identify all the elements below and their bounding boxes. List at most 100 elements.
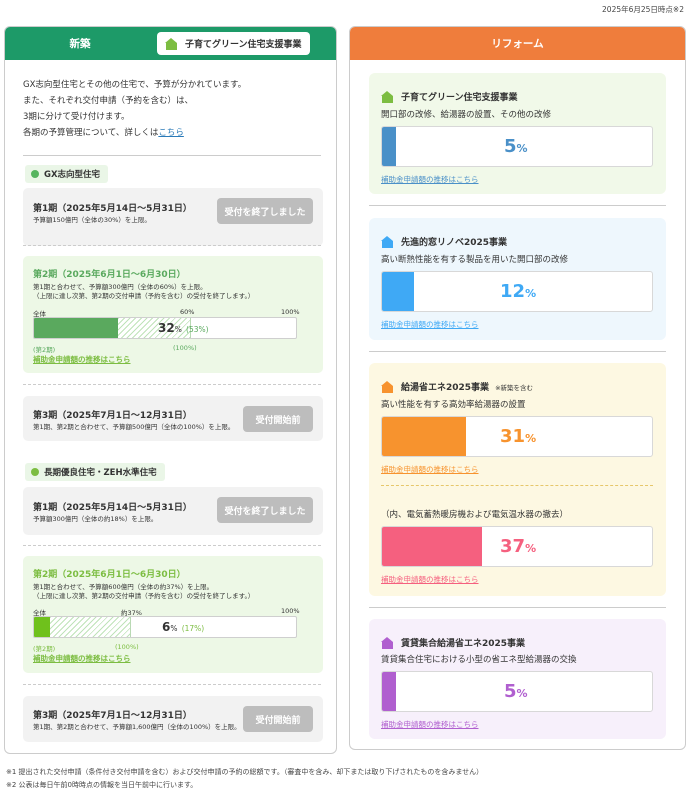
- period-subtext: 第1期と合わせて、予算額300億円（全体の60%）を上限。: [33, 283, 207, 291]
- section-heading-gx: GX志向型住宅: [25, 165, 109, 183]
- period-subtext: 第1期、第2期と合わせて、予算額500億円（全体の100%）を上限。: [33, 423, 235, 431]
- progress-percent: 5%: [504, 136, 528, 157]
- long-period-1: 第1期（2025年5月14日～5月31日） 予算額300億円（全体の約18%）を…: [23, 487, 323, 535]
- reform-title: リフォーム: [491, 38, 544, 50]
- percent-unit: %: [525, 432, 537, 445]
- reform-header: リフォーム: [350, 27, 685, 60]
- mado-progress-bar: 12%: [381, 271, 653, 312]
- period-subtext: （上限に達し次第、第2期の交付申請（予約を含む）の受付を終了します。）: [33, 592, 255, 600]
- percent-unit: %: [170, 624, 178, 633]
- period-subtext: （上限に達し次第、第2期の交付申請（予約を含む）の受付を終了します。）: [33, 292, 255, 300]
- gx-period-3: 第3期（2025年7月1日～12月31日） 第1期、第2期と合わせて、予算額50…: [23, 396, 323, 441]
- section-heading-long: 長期優良住宅・ZEH水準住宅: [25, 463, 165, 481]
- progress-percent: 32% (53%): [158, 321, 209, 335]
- card-title: 子育てグリーン住宅支援事業: [381, 90, 518, 103]
- bar-label-limit: 60%: [180, 308, 195, 316]
- long-progress-bar: 6% (17%): [33, 616, 297, 638]
- intro-line: 各期の予算管理について、詳しくはこちら: [23, 125, 323, 141]
- long-p1-status-button[interactable]: 受付を終了しました: [217, 497, 313, 523]
- window-house-icon: [381, 235, 394, 248]
- period-range-hatch: [49, 617, 131, 637]
- percent-of-period: (17%): [181, 624, 205, 633]
- card-title-note: ※新築を含む: [495, 383, 534, 392]
- percent-of-period: (53%): [186, 325, 209, 334]
- card-chintai: 賃貸集合給湯省エネ2025事業 賃貸集合住宅における小型の省エネ型給湯器の交換 …: [369, 619, 666, 739]
- bar-note-period: (第2期): [33, 645, 56, 653]
- mado-history-link[interactable]: 補助金申請額の推移はこちら: [381, 319, 479, 330]
- period-title: 第2期（2025年6月1日～6月30日）: [33, 570, 186, 580]
- program-tag-label: 子育てグリーン住宅支援事業: [185, 40, 302, 50]
- gx-p3-status-button[interactable]: 受付開始前: [243, 406, 313, 432]
- reform-panel: リフォーム 子育てグリーン住宅支援事業 開口部の改修、給湯器の設置、その他の改修…: [349, 26, 686, 750]
- percent-value: 5: [504, 136, 517, 157]
- kosodate-progress-bar: 5%: [381, 126, 653, 167]
- gx-p1-status-button[interactable]: 受付を終了しました: [217, 198, 313, 224]
- progress-percent: 37%: [500, 536, 536, 557]
- progress-fill: [382, 417, 466, 456]
- period-title: 第1期（2025年5月14日～5月31日）: [33, 204, 192, 214]
- bar-note-100: (100%): [115, 643, 139, 651]
- program-tag: 子育てグリーン住宅支援事業: [157, 32, 310, 55]
- chintai-history-link[interactable]: 補助金申請額の推移はこちら: [381, 719, 479, 730]
- period-title: 第2期（2025年6月1日～6月30日）: [33, 270, 186, 280]
- intro-line: 3期に分けて受け付けます。: [23, 112, 130, 122]
- card-description: 高い断熱性能を有する製品を用いた開口部の改修: [381, 255, 569, 265]
- intro-line-text: 各期の予算管理について、詳しくは: [23, 128, 159, 138]
- budget-details-link[interactable]: こちら: [158, 128, 184, 138]
- water-heater-icon: [381, 380, 394, 393]
- period-subtext: 予算額150億円（全体の30%）を上限。: [33, 216, 151, 224]
- period-title: 第1期（2025年5月14日～5月31日）: [33, 503, 192, 513]
- percent-value: 12: [500, 281, 526, 302]
- gx-history-link[interactable]: 補助金申請額の推移はこちら: [33, 354, 131, 365]
- kyuto-sub-history-link[interactable]: 補助金申請額の推移はこちら: [381, 574, 479, 585]
- footnote-2: ※2 公表は毎日午前0時時点の情報を当日午前中に行います。: [6, 781, 198, 789]
- card-sub-description: （内、電気蓄熱暖房機および電気温水器の撤去）: [381, 510, 569, 520]
- divider: [23, 155, 321, 156]
- new-build-panel: 新築 子育てグリーン住宅支援事業 GX志向型住宅とその他の住宅で、予算が分かれて…: [4, 26, 337, 754]
- kyuto-progress-bar: 31%: [381, 416, 653, 457]
- card-title-label: 賃貸集合給湯省エネ2025事業: [401, 639, 526, 649]
- long-period-3: 第3期（2025年7月1日～12月31日） 第1期、第2期と合わせて、予算額1,…: [23, 696, 323, 742]
- card-title-label: 給湯省エネ2025事業: [401, 383, 490, 393]
- as-of-date: 2025年6月25日時点※2: [602, 5, 684, 14]
- percent-value: 32: [158, 321, 175, 335]
- bullet-dot: [31, 468, 39, 476]
- card-title: 給湯省エネ2025事業 ※新築を含む: [381, 380, 533, 393]
- percent-unit: %: [516, 142, 528, 155]
- divider: [369, 351, 666, 352]
- long-p3-status-button[interactable]: 受付開始前: [243, 706, 313, 732]
- divider: [369, 205, 666, 206]
- bar-label-end: 100%: [281, 607, 300, 615]
- percent-value: 5: [504, 681, 517, 702]
- period-subtext: 第1期と合わせて、予算額600億円（全体の約37%）を上限。: [33, 583, 214, 591]
- divider: [369, 607, 666, 608]
- percent-unit: %: [525, 287, 537, 300]
- section-heading-label: GX志向型住宅: [44, 170, 101, 180]
- bar-label-end: 100%: [281, 308, 300, 316]
- progress-fill: [34, 617, 50, 637]
- percent-unit: %: [516, 687, 528, 700]
- progress-fill: [382, 527, 482, 566]
- kyuto-sub-progress-bar: 37%: [381, 526, 653, 567]
- chintai-progress-bar: 5%: [381, 671, 653, 712]
- house-icon: [381, 90, 394, 103]
- period-subtext: 第1期、第2期と合わせて、予算額1,600億円（全体の100%）を上限。: [33, 723, 241, 731]
- dashed-divider: [23, 245, 321, 246]
- gx-progress-bar: 32% (53%): [33, 317, 297, 339]
- kosodate-history-link[interactable]: 補助金申請額の推移はこちら: [381, 174, 479, 185]
- dashed-divider: [23, 545, 321, 546]
- long-history-link[interactable]: 補助金申請額の推移はこちら: [33, 653, 131, 664]
- period-title: 第3期（2025年7月1日～12月31日）: [33, 711, 192, 721]
- dashed-divider: [23, 384, 321, 385]
- percent-value: 37: [500, 536, 526, 557]
- progress-percent: 6% (17%): [162, 620, 204, 634]
- footnote-1: ※1 提出された交付申請（条件付き交付申請を含む）および交付申請の予約の総額です…: [6, 768, 484, 776]
- bar-note-period: (第2期): [33, 346, 56, 354]
- progress-fill: [34, 318, 118, 338]
- kyuto-history-link[interactable]: 補助金申請額の推移はこちら: [381, 464, 479, 475]
- gx-period-2: 第2期（2025年6月1日～6月30日） 第1期と合わせて、予算額300億円（全…: [23, 256, 323, 373]
- progress-percent: 12%: [500, 281, 536, 302]
- intro-text: GX志向型住宅とその他の住宅で、予算が分かれています。 また、それぞれ交付申請（…: [23, 77, 323, 141]
- new-build-header: 新築 子育てグリーン住宅支援事業: [5, 27, 336, 60]
- progress-fill: [382, 127, 396, 166]
